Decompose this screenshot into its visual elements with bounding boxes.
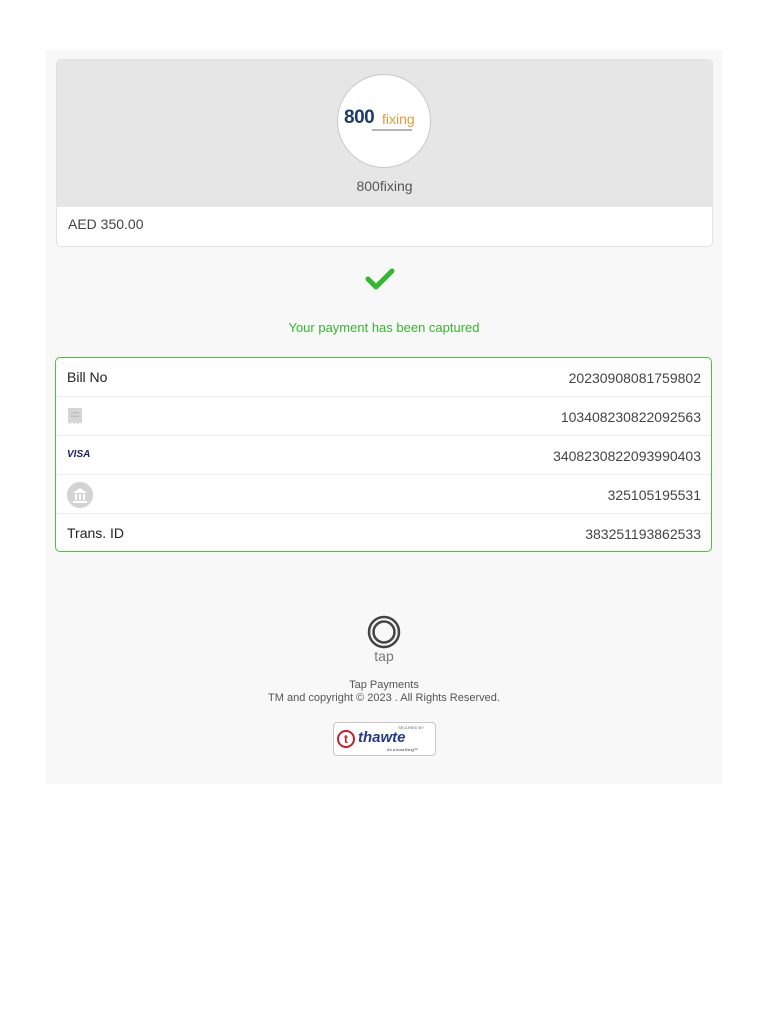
checkmark-icon — [365, 268, 395, 290]
merchant-logo: 800 fixing — [337, 74, 431, 168]
card-row: VISA 3408230822093990403 — [56, 436, 711, 475]
bill-no-value: 20230908081759802 — [568, 370, 701, 386]
receipt-icon — [68, 408, 82, 424]
trans-id-value: 383251193862533 — [585, 526, 701, 542]
bank-value: 325105195531 — [607, 487, 701, 503]
bill-no-row: Bill No 20230908081759802 — [56, 358, 711, 397]
receipt-value: 103408230822092563 — [560, 409, 701, 425]
payment-status-message: Your payment has been captured — [288, 320, 480, 335]
payment-amount: AED 350.00 — [68, 216, 144, 232]
card-value: 3408230822093990403 — [553, 448, 701, 464]
thawte-t-icon: t — [337, 730, 355, 748]
merchant-header: 800 fixing 800fixing — [57, 60, 712, 207]
transaction-details: Bill No 20230908081759802 10340823082209… — [55, 357, 712, 552]
tap-logo-icon — [367, 615, 401, 649]
visa-icon: VISA — [67, 449, 91, 460]
badge-brand: thawte — [358, 729, 406, 746]
logo-word: fixing — [382, 111, 415, 127]
payment-receipt-page: 800 fixing 800fixing AED 350.00 Your pay… — [46, 50, 722, 784]
logo-tagline-line — [372, 129, 412, 131]
receipt-row: 103408230822092563 — [56, 397, 711, 436]
bill-no-label: Bill No — [67, 369, 108, 385]
tap-wordmark: tap — [374, 648, 394, 664]
bank-icon — [67, 482, 93, 508]
trans-id-row: Trans. ID 383251193862533 — [56, 514, 711, 551]
bank-row: 325105195531 — [56, 475, 711, 514]
merchant-card: 800 fixing 800fixing AED 350.00 — [56, 59, 713, 247]
trans-id-label: Trans. ID — [67, 525, 125, 541]
merchant-name: 800fixing — [356, 178, 413, 194]
badge-tagline: it's a trust thing™ — [387, 747, 418, 752]
copyright-text: TM and copyright © 2023 . All Rights Res… — [268, 692, 500, 704]
thawte-security-badge[interactable]: SECURED BY t thawte it's a trust thing™ — [333, 722, 436, 756]
logo-number: 800 — [344, 107, 375, 128]
company-name: Tap Payments — [349, 679, 419, 691]
